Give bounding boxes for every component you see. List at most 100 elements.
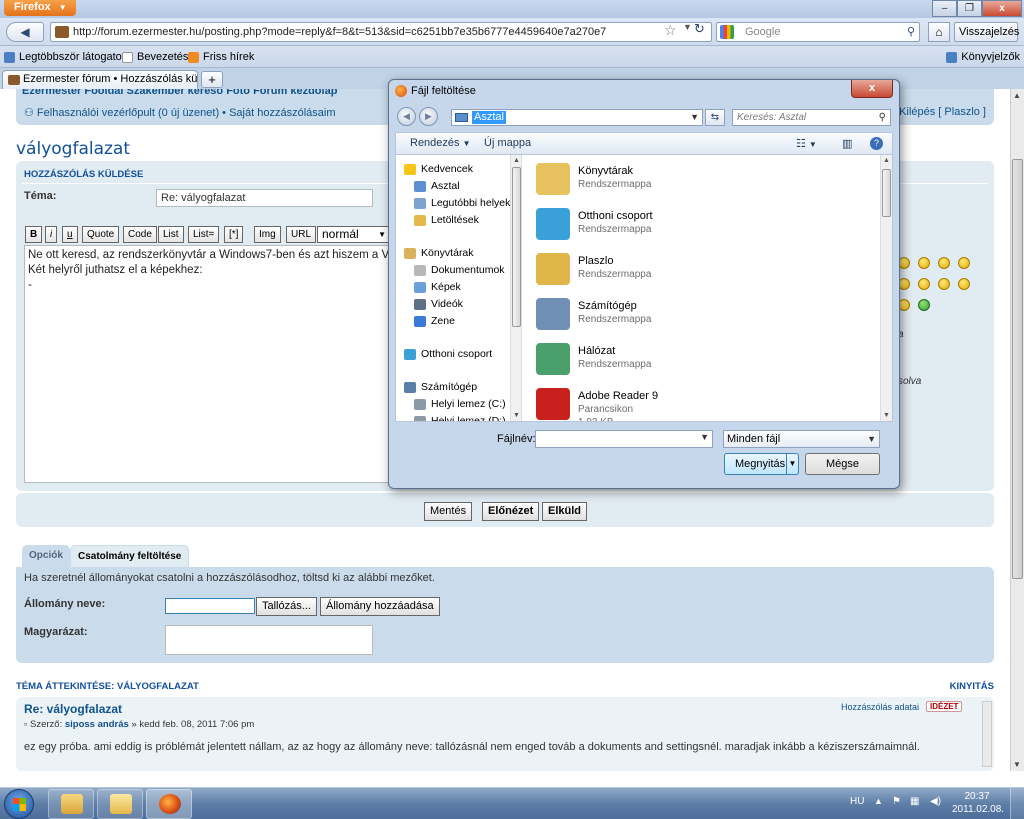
file-item[interactable]: Könyvtárak Rendszermappa bbox=[534, 159, 834, 201]
organize-button[interactable]: Rendezés ▼ bbox=[410, 137, 471, 149]
tab-forum[interactable]: Ezermester fórum • Hozzászólás küldése bbox=[2, 70, 198, 89]
volume-icon[interactable]: ◀) bbox=[930, 796, 941, 807]
open-button[interactable]: Megnyitás ▼ bbox=[724, 453, 799, 475]
quote-button[interactable]: IDÉZET bbox=[926, 701, 963, 712]
dialog-back-button[interactable]: ◀ bbox=[397, 107, 416, 126]
nav-pane-scrollbar[interactable]: ▲ ▼ bbox=[510, 155, 521, 421]
nav-pane-item[interactable]: Legutóbbi helyek bbox=[414, 197, 510, 209]
nav-pane-item[interactable]: Kedvencek bbox=[404, 163, 473, 175]
bookmarks-menu[interactable]: Könyvjelzők bbox=[946, 51, 1020, 63]
list-button[interactable]: List bbox=[158, 226, 184, 243]
chevron-down-icon[interactable]: ▼ bbox=[690, 110, 699, 125]
smiley-icon[interactable] bbox=[938, 257, 950, 269]
file-name-input[interactable] bbox=[165, 598, 255, 614]
file-item[interactable]: Adobe Reader 9 Parancsikon 1,93 KB bbox=[534, 384, 834, 421]
post-title[interactable]: Re: vályogfalazat bbox=[24, 702, 122, 716]
file-item[interactable]: Otthoni csoport Rendszermappa bbox=[534, 204, 834, 246]
nav-pane-item[interactable]: Otthoni csoport bbox=[404, 348, 492, 360]
smiley-icon[interactable] bbox=[958, 278, 970, 290]
bookmark-latest-news[interactable]: Friss hírek bbox=[188, 51, 254, 63]
page-scrollbar[interactable]: ▲ ▼ bbox=[1010, 89, 1024, 771]
chevron-down-icon[interactable]: ▼ bbox=[786, 454, 798, 474]
bookmark-getting-started[interactable]: Bevezetés bbox=[122, 51, 188, 63]
action-center-icon[interactable]: ⚑ bbox=[892, 796, 901, 807]
home-button[interactable]: ⌂ bbox=[928, 22, 950, 42]
nav-pane-item[interactable]: Könyvtárak bbox=[404, 247, 474, 259]
scroll-up-icon[interactable]: ▲ bbox=[513, 157, 520, 164]
bookmark-most-visited[interactable]: Legtöbbször látogatott bbox=[4, 51, 128, 63]
post-details-link[interactable]: Hozzászólás adatai bbox=[841, 702, 919, 712]
scroll-up-icon[interactable]: ▲ bbox=[1013, 91, 1021, 100]
list-item-button[interactable]: [*] bbox=[224, 226, 244, 243]
nav-pane-item[interactable]: Letöltések bbox=[414, 214, 479, 226]
cancel-button[interactable]: Mégse bbox=[805, 453, 880, 475]
forum-nav-links[interactable]: Ezermester Fóoldal Szakember kereső Fotó… bbox=[22, 89, 337, 97]
close-icon[interactable]: x bbox=[982, 0, 1022, 17]
taskbar-mail[interactable] bbox=[97, 789, 143, 819]
post-author[interactable]: siposs andrás bbox=[65, 719, 129, 730]
nav-pane-item[interactable]: Zene bbox=[414, 315, 455, 327]
ordered-list-button[interactable]: List= bbox=[188, 226, 220, 243]
url-button[interactable]: URL bbox=[286, 226, 317, 243]
file-item[interactable]: Hálózat Rendszermappa bbox=[534, 339, 834, 381]
comment-textarea[interactable] bbox=[165, 625, 373, 655]
scrollbar-thumb[interactable] bbox=[512, 167, 521, 327]
nav-pane-item[interactable]: Számítógép bbox=[404, 381, 477, 393]
file-item[interactable]: Számítógép Rendszermappa bbox=[534, 294, 834, 336]
view-options-icon[interactable]: ☷ ▼ bbox=[796, 137, 817, 150]
submit-button[interactable]: Elküld bbox=[542, 502, 588, 521]
tab-attachment[interactable]: Csatolmány feltöltése bbox=[70, 545, 190, 567]
browse-button[interactable]: Tallózás... bbox=[256, 597, 317, 616]
url-dropdown-icon[interactable]: ▼ bbox=[683, 22, 692, 32]
nav-pane-item[interactable]: Dokumentumok bbox=[414, 264, 505, 276]
bookmark-star-icon[interactable]: ☆ bbox=[664, 22, 677, 39]
image-button[interactable]: Img bbox=[254, 226, 281, 243]
nav-pane-item[interactable]: Helyi lemez (D:) bbox=[414, 415, 506, 421]
reload-icon[interactable]: ↻ bbox=[694, 21, 705, 37]
scroll-up-icon[interactable]: ▲ bbox=[883, 157, 890, 164]
show-desktop-button[interactable] bbox=[1010, 788, 1024, 819]
preview-button[interactable]: Előnézet bbox=[482, 502, 540, 521]
maximize-icon[interactable]: ❐ bbox=[957, 0, 982, 17]
feedback-button[interactable]: Visszajelzés bbox=[954, 22, 1019, 42]
scrollbar-thumb[interactable] bbox=[882, 169, 891, 217]
tab-options[interactable]: Opciók bbox=[22, 545, 70, 567]
taskbar-explorer[interactable] bbox=[48, 789, 94, 819]
dialog-search-input[interactable]: Keresés: Asztal ⚲ bbox=[732, 109, 891, 126]
tray-expand-icon[interactable]: ▲ bbox=[874, 796, 883, 806]
dialog-forward-button[interactable]: ▶ bbox=[419, 107, 438, 126]
message-textarea[interactable]: Ne ott keresd, az rendszerkönyvtár a Win… bbox=[24, 245, 390, 483]
dialog-close-button[interactable]: x bbox=[851, 80, 893, 98]
save-button[interactable]: Mentés bbox=[424, 502, 473, 521]
preview-pane-icon[interactable]: ▥ bbox=[842, 137, 852, 150]
network-icon[interactable]: ▦ bbox=[910, 796, 919, 807]
start-button[interactable] bbox=[4, 789, 34, 819]
user-control-panel-link[interactable]: ⚇ Felhasználói vezérlőpult (0 új üzenet)… bbox=[24, 106, 335, 119]
filename-input[interactable]: ▼ bbox=[535, 430, 713, 448]
page-title[interactable]: vályogfalazat bbox=[16, 139, 130, 159]
clock[interactable]: 20:37 2011.02.08. bbox=[952, 790, 1004, 816]
dialog-address-bar[interactable]: Asztal ▼ bbox=[451, 109, 703, 126]
new-tab-button[interactable]: + bbox=[201, 71, 223, 88]
url-bar[interactable]: http://forum.ezermester.hu/posting.php?m… bbox=[50, 22, 712, 42]
smiley-icon[interactable] bbox=[918, 257, 930, 269]
nav-pane-item[interactable]: Asztal bbox=[414, 180, 460, 192]
bold-button[interactable]: B bbox=[25, 226, 43, 243]
quote-format-button[interactable]: Quote bbox=[82, 226, 120, 243]
scroll-down-icon[interactable]: ▼ bbox=[883, 412, 890, 419]
scroll-down-icon[interactable]: ▼ bbox=[1013, 760, 1021, 769]
new-folder-button[interactable]: Új mappa bbox=[484, 137, 531, 149]
filetype-select[interactable]: Minden fájl ▼ bbox=[723, 430, 880, 448]
search-icon[interactable]: ⚲ bbox=[907, 23, 915, 41]
smiley-icon[interactable] bbox=[938, 278, 950, 290]
underline-button[interactable]: u bbox=[62, 226, 78, 243]
logout-link[interactable]: Kilépés [ Plaszlo ] bbox=[899, 106, 986, 118]
back-button[interactable]: ◀ bbox=[6, 22, 44, 42]
help-icon[interactable]: ? bbox=[870, 137, 883, 150]
taskbar-firefox[interactable] bbox=[146, 789, 192, 819]
italic-button[interactable]: i bbox=[45, 226, 58, 243]
scroll-down-icon[interactable]: ▼ bbox=[513, 412, 520, 419]
chevron-down-icon[interactable]: ▼ bbox=[700, 432, 709, 442]
expand-link[interactable]: KINYITÁS bbox=[950, 681, 994, 692]
code-button[interactable]: Code bbox=[123, 226, 157, 243]
